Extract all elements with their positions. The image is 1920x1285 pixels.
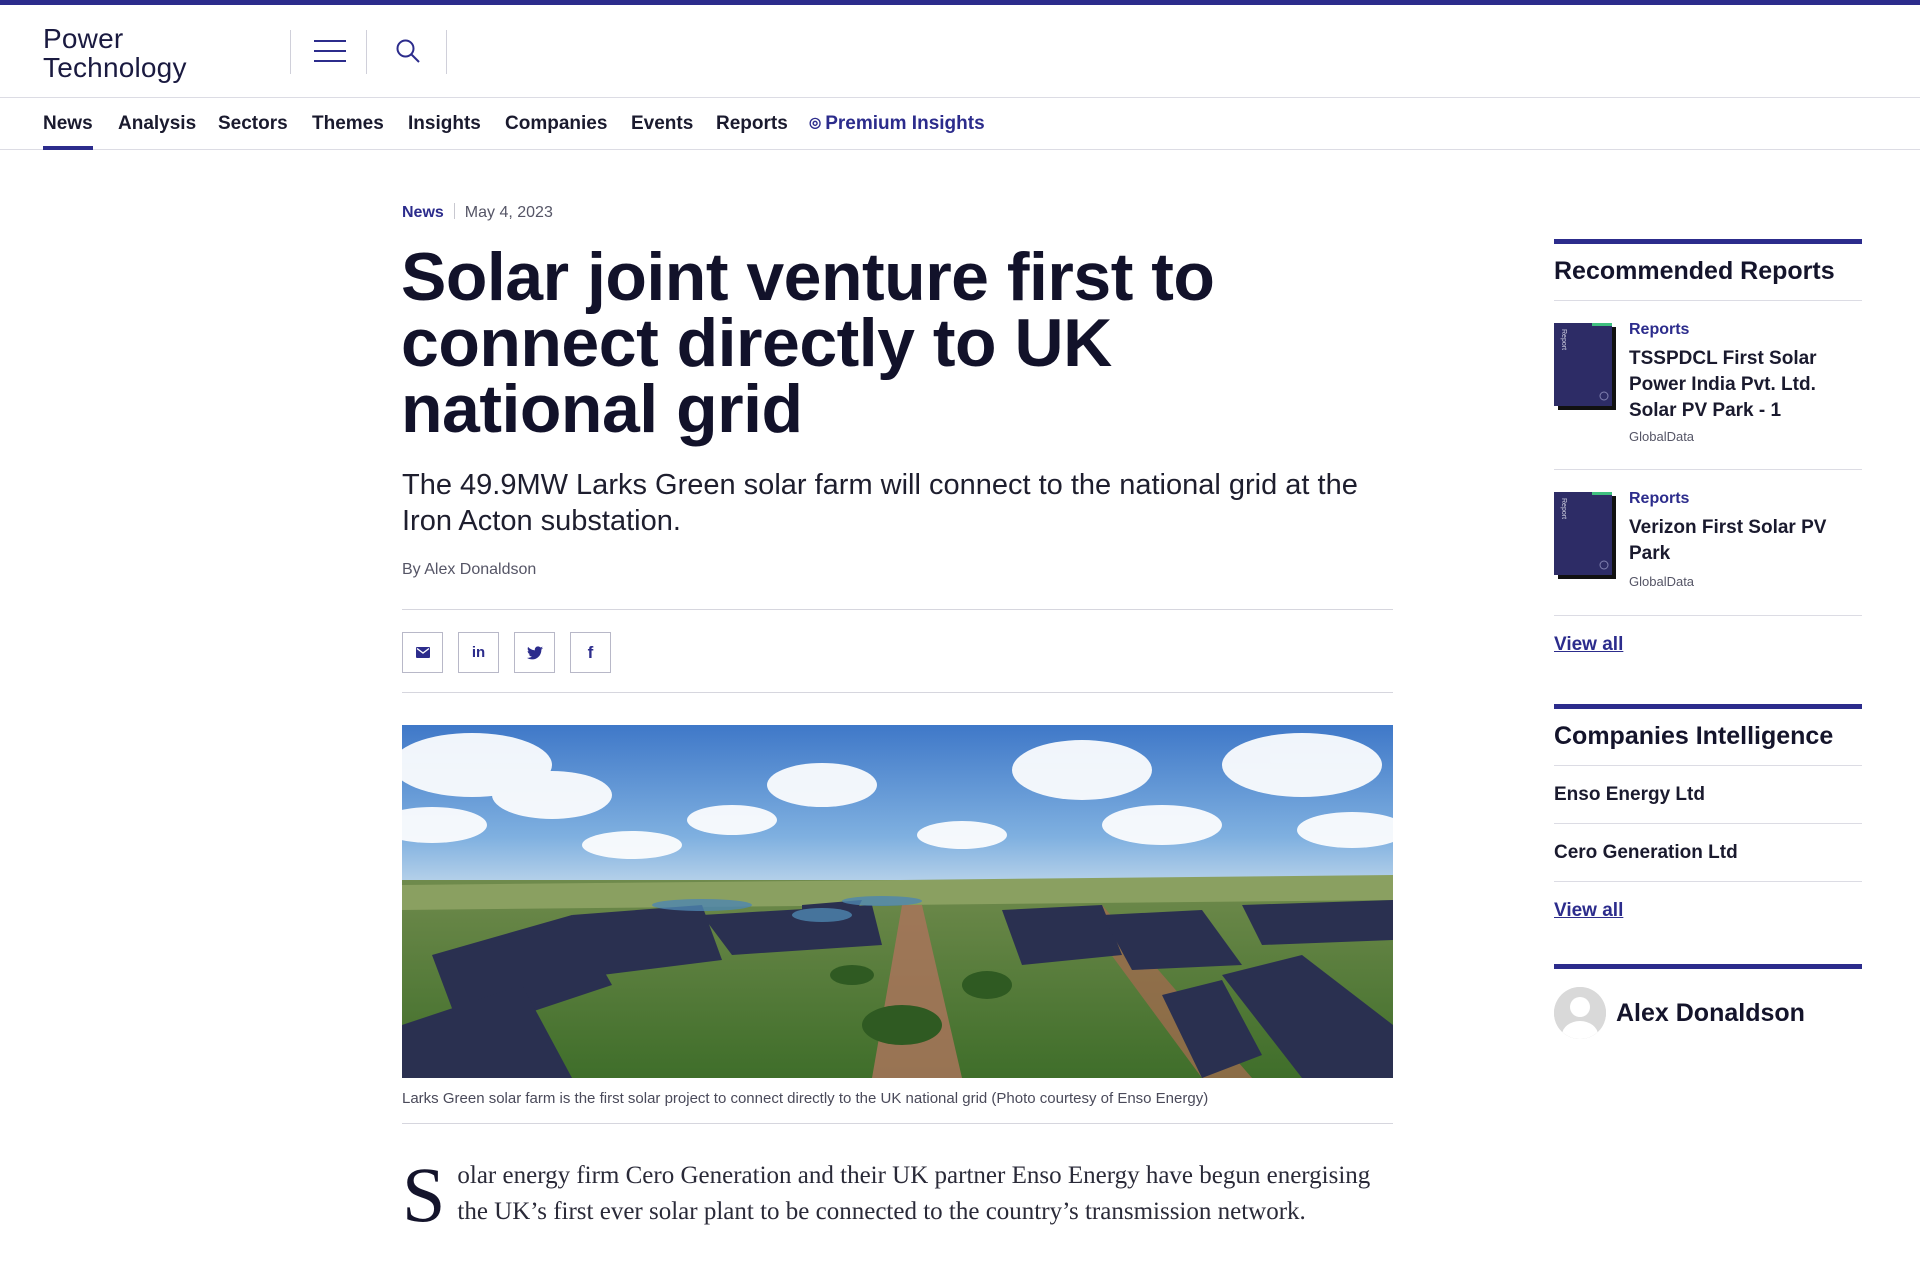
meta-separator xyxy=(453,203,455,219)
facebook-icon: f xyxy=(587,642,594,662)
share-facebook-button[interactable]: f xyxy=(570,632,611,673)
report-title[interactable]: TSSPDCL First Solar Power India Pvt. Ltd… xyxy=(1629,346,1861,424)
nav-item-reports[interactable]: Reports xyxy=(716,98,788,150)
company-link[interactable]: Cero Generation Ltd xyxy=(1554,824,1862,882)
reports-view-all-row: View all xyxy=(1554,616,1862,676)
search-button[interactable] xyxy=(369,27,447,75)
companies-view-all-link[interactable]: View all xyxy=(1554,900,1862,922)
article-byline: By Alex Donaldson xyxy=(402,561,537,578)
article-date: May 4, 2023 xyxy=(464,204,553,221)
main-nav: News Analysis Sectors Themes Insights Co… xyxy=(0,98,1920,150)
article-standfirst: The 49.9MW Larks Green solar farm will c… xyxy=(402,469,1358,537)
article-headline: Solar joint venture first to connect dir… xyxy=(401,239,1215,447)
report-cover-label: Report xyxy=(1560,329,1567,350)
premium-label: Premium Insights xyxy=(825,113,985,134)
report-source: GlobalData xyxy=(1629,429,1695,444)
premium-icon: ◎ xyxy=(809,114,822,130)
companies-intelligence: Companies Intelligence Enso Energy Ltd C… xyxy=(1554,704,1862,942)
report-card[interactable]: Report Reports TSSPDCL First Solar Power… xyxy=(1554,301,1862,470)
header-divider xyxy=(446,30,447,74)
nav-item-sectors[interactable]: Sectors xyxy=(218,98,288,150)
article-dropcap: S xyxy=(402,1151,446,1238)
report-cover-image: Report xyxy=(1554,323,1616,410)
nav-item-companies[interactable]: Companies xyxy=(505,98,607,150)
user-avatar-icon xyxy=(1554,987,1606,1039)
share-twitter-button[interactable] xyxy=(514,632,555,673)
solar-farm-aerial-photo xyxy=(402,725,1393,1078)
company-link[interactable]: Enso Energy Ltd xyxy=(1554,766,1862,824)
article-body: Solar energy firm Cero Generation and th… xyxy=(402,1151,1392,1238)
email-icon xyxy=(415,647,430,658)
report-card[interactable]: Report Reports Verizon First Solar PV Pa… xyxy=(1554,470,1862,616)
search-icon xyxy=(396,39,420,63)
author-avatar[interactable] xyxy=(1554,987,1606,1039)
share-email-button[interactable] xyxy=(402,632,443,673)
report-source: GlobalData xyxy=(1629,574,1695,589)
share-linkedin-button[interactable]: in xyxy=(458,632,499,673)
twitter-icon xyxy=(526,645,543,659)
reports-view-all-link[interactable]: View all xyxy=(1554,634,1862,656)
menu-button[interactable] xyxy=(293,27,367,75)
logo-line-2: Technology xyxy=(43,52,187,83)
recommended-reports-title: Recommended Reports xyxy=(1554,239,1862,301)
recommended-reports: Recommended Reports Report Reports TSSPD… xyxy=(1554,239,1862,676)
article-meta: News May 4, 2023 xyxy=(402,203,553,222)
article-hero-image xyxy=(402,725,1393,1078)
nav-item-events[interactable]: Events xyxy=(631,98,693,150)
nav-item-themes[interactable]: Themes xyxy=(312,98,384,150)
nav-item-insights[interactable]: Insights xyxy=(408,98,481,150)
linkedin-icon: in xyxy=(471,644,486,661)
author-name[interactable]: Alex Donaldson xyxy=(1616,999,1805,1028)
report-cover-label: Report xyxy=(1560,498,1567,519)
site-logo[interactable]: Power Technology xyxy=(43,24,187,82)
report-title[interactable]: Verizon First Solar PV Park xyxy=(1629,515,1861,567)
header-divider xyxy=(366,30,367,74)
report-category[interactable]: Reports xyxy=(1629,490,1689,508)
image-caption: Larks Green solar farm is the first sola… xyxy=(402,1090,1393,1124)
report-category[interactable]: Reports xyxy=(1629,321,1689,339)
article-category[interactable]: News xyxy=(402,204,444,221)
header-divider xyxy=(290,30,291,74)
hamburger-menu-icon xyxy=(314,40,346,62)
author-card: Alex Donaldson xyxy=(1554,964,1862,1044)
report-cover-image: Report xyxy=(1554,492,1616,579)
logo-line-1: Power xyxy=(43,23,124,54)
site-header: Power Technology xyxy=(0,5,1920,98)
article-paragraph: olar energy firm Cero Generation and the… xyxy=(457,1162,1371,1225)
companies-intelligence-title: Companies Intelligence xyxy=(1554,704,1862,766)
share-bar: in f xyxy=(402,609,1393,693)
nav-item-news[interactable]: News xyxy=(43,98,93,150)
nav-item-premium-insights[interactable]: ◎ Premium Insights xyxy=(809,98,985,150)
companies-view-all-row: View all xyxy=(1554,882,1862,942)
nav-item-analysis[interactable]: Analysis xyxy=(118,98,196,150)
